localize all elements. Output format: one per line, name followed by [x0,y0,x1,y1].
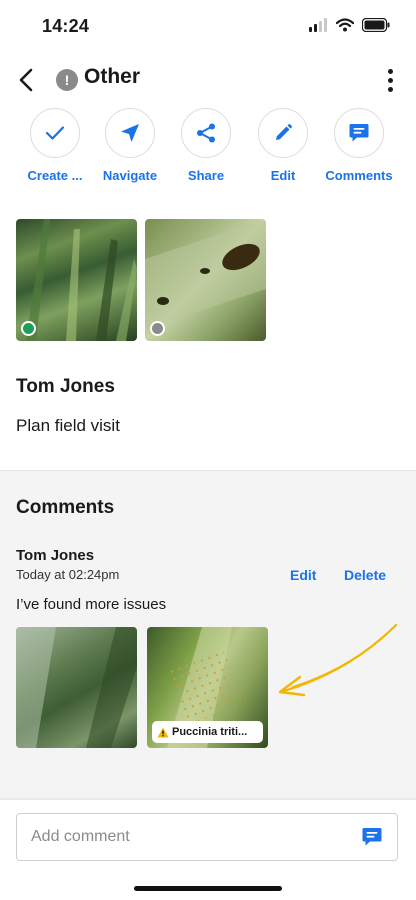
comments-section: Comments Tom Jones Today at 02:24pm Edit… [0,471,416,801]
status-time: 14:24 [42,16,90,36]
comments-button-circle[interactable] [334,108,384,158]
warning-icon [157,727,169,737]
more-dot-icon [387,86,393,92]
comment-composer [0,800,416,900]
comment-author: Tom Jones [16,547,95,564]
page-title: Other [84,65,141,88]
create-button-circle[interactable] [30,108,80,158]
detection-tag[interactable]: Puccinia triti... [152,721,263,743]
comment-input[interactable] [31,814,351,860]
create-button[interactable]: Create ... [15,108,95,183]
chevron-left-icon [19,68,33,92]
status-dot [21,321,36,336]
task-note: Plan field visit [16,416,120,435]
comment-photo-thumbnail[interactable] [16,627,137,748]
share-button-circle[interactable] [181,108,231,158]
share-icon [197,123,215,143]
share-button[interactable]: Share [166,108,246,183]
comments-button-label: Comments [325,168,393,183]
comment-text: I’ve found more issues [16,596,167,613]
cellular-signal-icon [309,18,327,32]
comment-photo-thumbnail[interactable]: Puccinia triti... [147,627,268,748]
status-icons [308,18,390,32]
wifi-icon [336,18,354,32]
status-dot [150,321,165,336]
status-bar: 14:24 [0,0,416,52]
edit-button[interactable]: Edit [243,108,323,183]
detection-tag-label: Puccinia triti... [172,726,248,738]
header: ! Other [0,56,416,104]
comment-edit-button[interactable]: Edit [290,567,316,583]
alert-icon: ! [56,69,78,91]
comment-icon [349,124,369,142]
navigate-button-label: Navigate [102,168,158,183]
leaf-closeup-image [16,627,137,748]
create-button-label: Create ... [27,168,83,183]
navigate-button[interactable]: Navigate [90,108,170,183]
photo-gallery [16,219,266,341]
comment-delete-button[interactable]: Delete [344,567,386,583]
comment-input-box[interactable] [16,813,398,861]
author-name: Tom Jones [16,376,115,397]
navigate-arrow-icon [121,124,139,142]
comments-heading: Comments [16,497,115,518]
battery-icon [362,18,390,32]
send-comment-icon[interactable] [361,826,383,848]
edit-button-circle[interactable] [258,108,308,158]
edit-button-label: Edit [270,168,296,183]
photo-thumbnail[interactable] [145,219,266,341]
pencil-icon [276,123,293,140]
home-indicator[interactable] [134,886,282,891]
check-icon [45,126,65,140]
photo-thumbnail[interactable] [16,219,137,341]
more-options-button[interactable] [378,64,402,96]
more-dot-icon [387,77,393,83]
annotation-arrow-icon [278,623,398,697]
action-bar: Create ... Navigate Share Edit Comments [0,108,416,188]
comment-photo-gallery: Puccinia triti... [16,627,268,748]
more-dot-icon [387,68,393,74]
back-button[interactable] [8,62,44,98]
comments-button[interactable]: Comments [319,108,399,183]
navigate-button-circle[interactable] [105,108,155,158]
share-button-label: Share [187,168,225,183]
comment-timestamp: Today at 02:24pm [16,567,120,582]
